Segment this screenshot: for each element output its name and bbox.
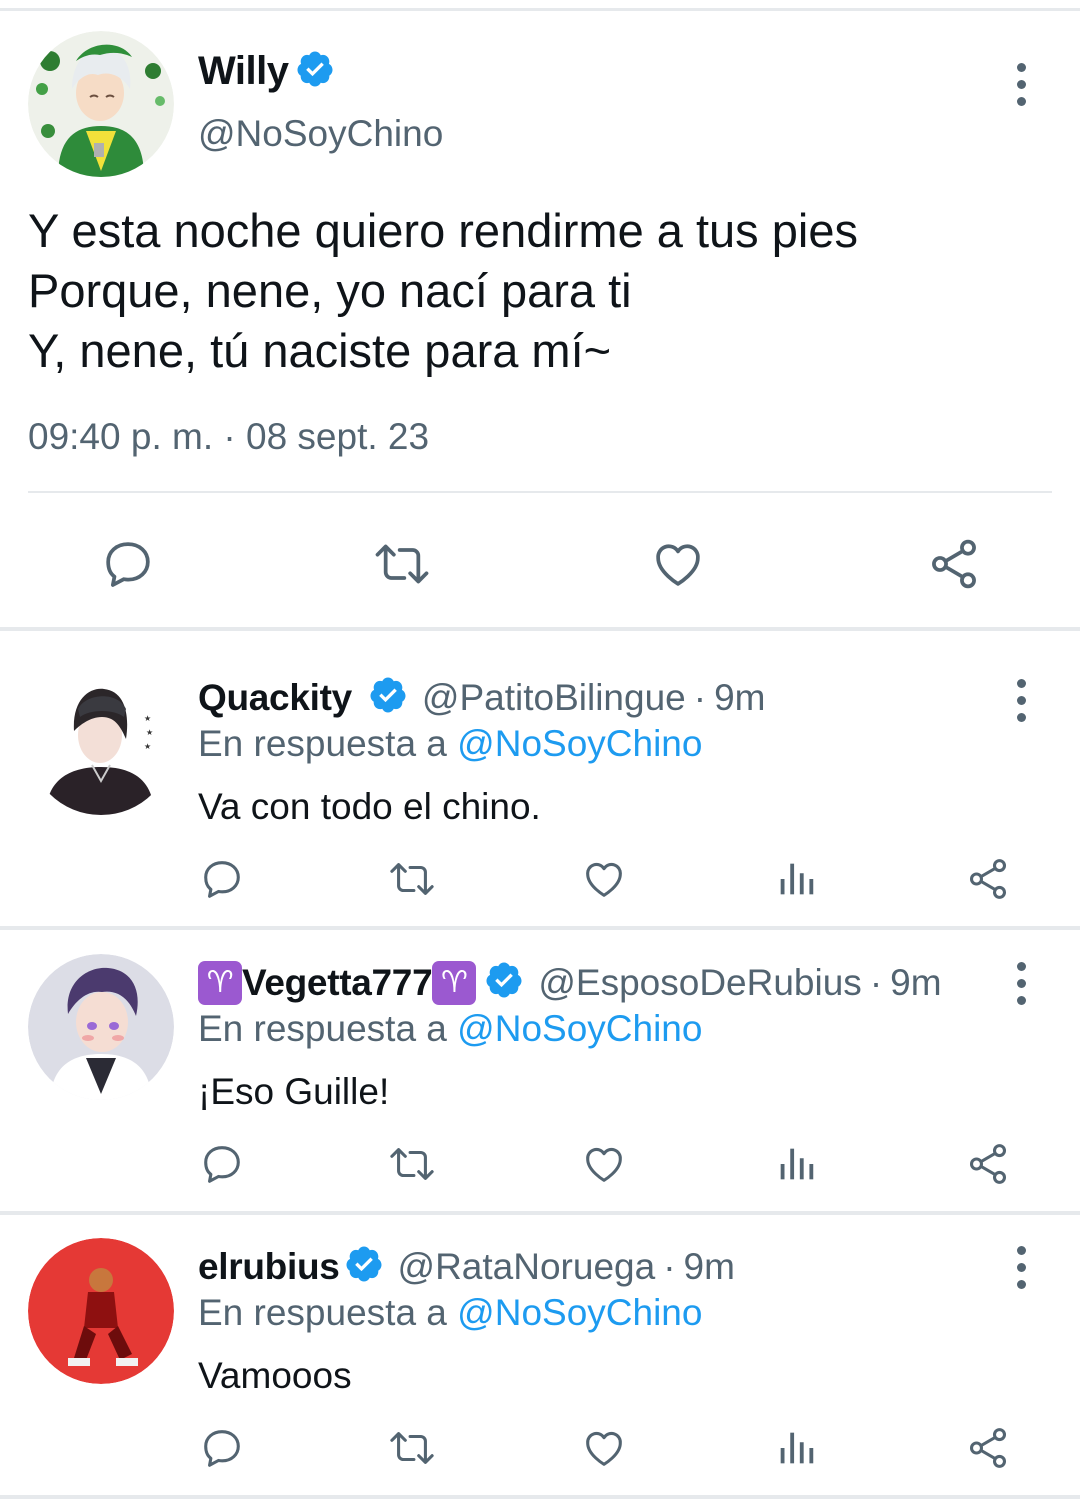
retweet-icon[interactable] [384,853,440,905]
aries-emoji-icon: ♈ [432,960,477,1005]
like-icon[interactable] [578,1422,630,1474]
avatar-elrubius[interactable] [28,1238,174,1384]
views-icon[interactable] [770,853,822,905]
reply-icon[interactable] [96,534,160,594]
more-options-icon[interactable] [1011,1246,1031,1289]
reply-age[interactable]: 9m [714,677,765,719]
in-reply-prefix: En respuesta a [198,723,447,764]
verified-badge-icon [295,49,335,94]
reply-age[interactable]: 9m [684,1246,735,1288]
reply-age[interactable]: 9m [890,962,941,1004]
tweet-separator [0,1495,1080,1499]
in-reply-to: En respuesta a @NoSoyChino [198,1008,702,1050]
reply-author-name[interactable]: Quackity [198,677,352,719]
avatar-quackity[interactable]: ★ ★ ★ [28,669,174,815]
tweet-text: Y esta noche quiero rendirme a tus pies … [28,201,1058,381]
reply-text: ¡Eso Guille! [198,1071,390,1112]
reply-tweet[interactable]: elrubius @RataNoruega · 9m En respuesta … [0,1200,1080,1484]
separator-dot: · [663,1245,676,1287]
separator-dot: · [693,676,707,718]
action-divider [28,491,1052,493]
svg-text:★: ★ [144,714,151,723]
reply-header: ♈ Vegetta777 ♈ @EsposoDeRubius · 9m [198,960,942,1005]
like-icon[interactable] [646,534,710,594]
mention-link[interactable]: @NoSoyChino [457,723,702,764]
in-reply-prefix: En respuesta a [198,1292,447,1333]
verified-badge-icon [368,675,408,720]
reply-action-bar [0,1422,1080,1482]
retweet-icon[interactable] [370,534,434,594]
reply-action-bar [0,1138,1080,1198]
separator-dot: · [869,961,883,1003]
reply-tweet[interactable]: ★ ★ ★ Quackity @PatitoBilingue · 9m En r… [0,631,1080,915]
like-icon[interactable] [578,853,630,905]
verified-badge-icon [484,960,524,1005]
reply-author-handle[interactable]: @RataNoruega [398,1246,656,1288]
in-reply-to: En respuesta a @NoSoyChino [198,1292,702,1334]
tweet-text-line: Porque, nene, yo nací para ti [28,264,632,317]
views-icon[interactable] [770,1422,822,1474]
share-icon[interactable] [962,1138,1014,1190]
mention-link[interactable]: @NoSoyChino [457,1292,702,1333]
in-reply-prefix: En respuesta a [198,1008,447,1049]
reply-author-name[interactable]: elrubius [198,1246,340,1288]
reply-author-name[interactable]: ♈ Vegetta777 ♈ [198,960,477,1005]
verified-badge-icon [344,1244,384,1289]
tweet-timestamp[interactable]: 09:40 p. m. · 08 sept. 23 [28,416,429,458]
reply-author-name-text: Vegetta777 [242,961,433,1003]
more-options-icon[interactable] [1011,962,1031,1005]
in-reply-to: En respuesta a @NoSoyChino [198,723,702,765]
like-icon[interactable] [578,1138,630,1190]
mention-link[interactable]: @NoSoyChino [457,1008,702,1049]
reply-action-bar [0,853,1080,913]
reply-icon[interactable] [196,1422,248,1474]
main-action-bar [0,526,1080,596]
share-icon[interactable] [962,1422,1014,1474]
avatar-willy[interactable] [28,31,174,177]
retweet-icon[interactable] [384,1422,440,1474]
share-icon[interactable] [922,534,986,594]
reply-icon[interactable] [196,853,248,905]
reply-author-handle[interactable]: @PatitoBilingue [422,677,686,719]
avatar-vegetta777[interactable] [28,954,174,1100]
tweet-text-line: Y esta noche quiero rendirme a tus pies [28,204,858,257]
reply-header: elrubius @RataNoruega · 9m [198,1244,735,1289]
author-name[interactable]: Willy [198,49,289,94]
views-icon[interactable] [770,1138,822,1190]
retweet-icon[interactable] [384,1138,440,1190]
reply-text: Vamooos [198,1355,352,1396]
reply-text: Va con todo el chino. [198,786,541,827]
svg-text:★: ★ [144,742,151,751]
aries-emoji-icon: ♈ [198,960,242,1005]
main-tweet: Willy @NoSoyChino Y esta noche quiero re… [0,11,1080,627]
reply-tweet[interactable]: ♈ Vegetta777 ♈ @EsposoDeRubius · 9m En r… [0,916,1080,1200]
more-options-icon[interactable] [1011,679,1031,722]
svg-text:★: ★ [146,728,153,737]
more-options-icon[interactable] [1011,63,1031,106]
reply-icon[interactable] [196,1138,248,1190]
tweet-text-line: Y, nene, tú naciste para mí~ [28,324,612,377]
author-handle[interactable]: @NoSoyChino [198,113,443,155]
reply-header: Quackity @PatitoBilingue · 9m [198,675,765,720]
author-name-row: Willy [198,49,335,94]
reply-author-handle[interactable]: @EsposoDeRubius [538,962,861,1004]
share-icon[interactable] [962,853,1014,905]
